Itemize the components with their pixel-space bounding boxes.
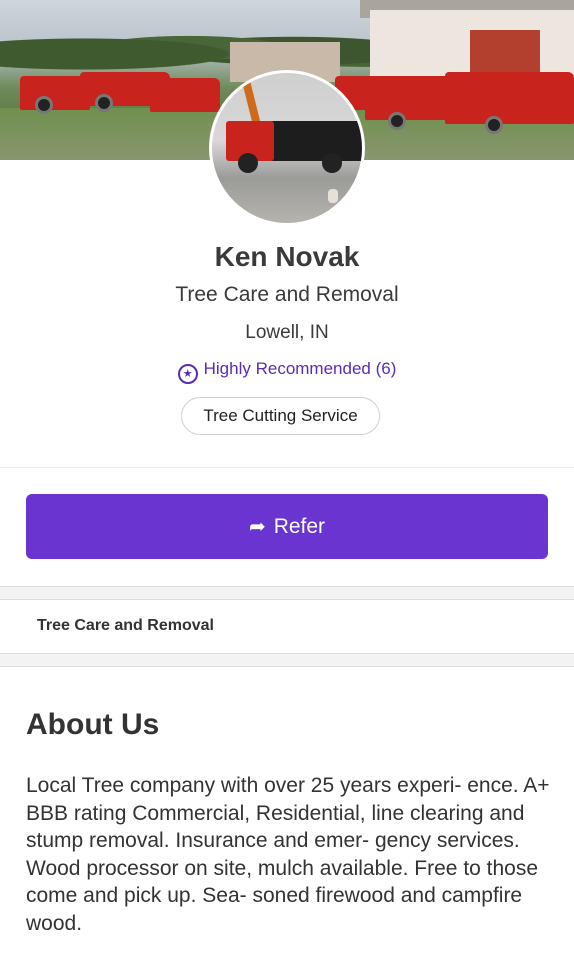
refer-button[interactable]: ➦ Refer <box>26 494 548 559</box>
avatar <box>209 70 365 226</box>
divider <box>0 467 574 468</box>
star-badge-icon: ★ <box>177 364 198 384</box>
about-heading: About Us <box>26 708 160 741</box>
refer-label: Refer <box>273 515 326 538</box>
business-category: Tree Care and Removal <box>175 283 399 306</box>
recommendation-link[interactable]: ★ Highly Recommended (6) <box>0 359 574 384</box>
service-tag[interactable]: Tree Cutting Service <box>181 397 380 435</box>
share-arrow-icon: ➦ <box>248 516 266 538</box>
business-name: Ken Novak <box>214 241 360 272</box>
business-location: Lowell, IN <box>245 322 329 343</box>
recommendation-label: Highly Recommended (6) <box>203 359 397 378</box>
section-divider <box>0 653 574 667</box>
section-divider <box>0 586 574 600</box>
tab-tree-care[interactable]: Tree Care and Removal <box>37 617 214 635</box>
about-description: Local Tree company with over 25 years ex… <box>26 774 550 935</box>
